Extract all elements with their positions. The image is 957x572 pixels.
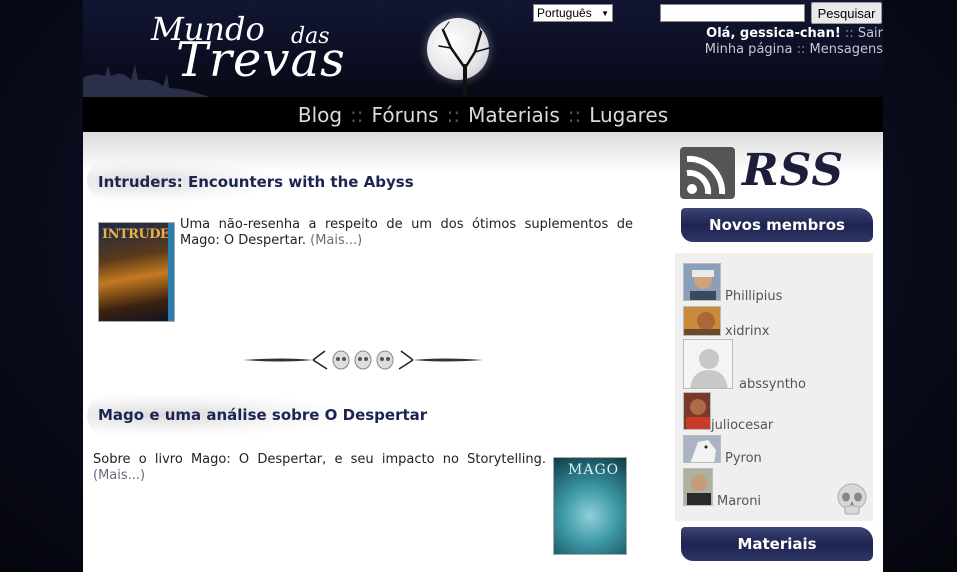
member-item[interactable]: Maroni bbox=[683, 468, 762, 509]
post-thumbnail[interactable]: INTRUDERS bbox=[98, 222, 175, 322]
avatar bbox=[683, 263, 721, 301]
read-more-link[interactable]: (Mais...) bbox=[93, 468, 145, 483]
member-name: Pyron bbox=[725, 451, 762, 466]
member-name: juliocesar bbox=[711, 418, 774, 433]
post-excerpt: Uma não-resenha a respeito de um dos óti… bbox=[180, 217, 633, 249]
user-links-separator: :: bbox=[796, 42, 806, 57]
materials-heading: Materiais bbox=[681, 527, 873, 561]
avatar bbox=[683, 435, 721, 463]
site-container: Mundo das Trevas Português ▼ Pesquisar O… bbox=[83, 0, 883, 572]
user-links: Olá, gessica-chan! :: Sair Minha página … bbox=[705, 26, 883, 58]
member-item[interactable]: Phillipius bbox=[683, 263, 783, 304]
nav-item-forums[interactable]: Fóruns bbox=[372, 103, 439, 127]
member-name: Maroni bbox=[717, 494, 762, 509]
nav-item-places[interactable]: Lugares bbox=[589, 103, 668, 127]
logout-link[interactable]: Sair bbox=[858, 26, 883, 41]
member-name: xidrinx bbox=[725, 324, 770, 339]
nav-separator: :: bbox=[350, 102, 364, 127]
messages-link[interactable]: Mensagens bbox=[810, 42, 883, 57]
post-excerpt-text: Uma não-resenha a respeito de um dos óti… bbox=[180, 217, 633, 248]
skull-icon bbox=[837, 483, 867, 515]
avatar bbox=[683, 339, 733, 389]
member-name: abssyntho bbox=[739, 377, 806, 392]
search-button[interactable]: Pesquisar bbox=[811, 2, 882, 24]
search-input[interactable] bbox=[660, 4, 805, 22]
rss-feed-link[interactable]: RSS bbox=[680, 145, 870, 201]
my-page-link[interactable]: Minha página bbox=[705, 42, 793, 57]
post-title[interactable]: Mago e uma análise sobre O Despertar bbox=[98, 406, 427, 424]
nav-separator: :: bbox=[567, 102, 582, 127]
user-links-separator: :: bbox=[844, 26, 854, 41]
tree-silhouette bbox=[438, 21, 490, 97]
chevron-down-icon: ▼ bbox=[601, 8, 609, 18]
nav-item-blog[interactable]: Blog bbox=[298, 103, 342, 127]
post-thumbnail[interactable]: MAGO bbox=[553, 457, 627, 555]
member-item[interactable]: Pyron bbox=[683, 435, 762, 466]
user-greeting: Olá, gessica-chan! bbox=[706, 26, 841, 41]
site-logo[interactable]: Mundo das Trevas bbox=[151, 8, 361, 90]
nav-separator: :: bbox=[446, 102, 461, 127]
nav-item-materials[interactable]: Materiais bbox=[468, 103, 560, 127]
rss-icon bbox=[680, 147, 735, 199]
avatar bbox=[683, 306, 721, 336]
skull-divider bbox=[243, 350, 483, 370]
member-item[interactable]: xidrinx bbox=[683, 306, 770, 339]
member-name: Phillipius bbox=[725, 289, 783, 304]
avatar bbox=[683, 392, 711, 430]
post-title[interactable]: Intruders: Encounters with the Abyss bbox=[98, 173, 414, 191]
rss-label: RSS bbox=[742, 145, 845, 196]
language-select[interactable]: Português ▼ bbox=[533, 4, 613, 22]
new-members-heading: Novos membros bbox=[681, 208, 873, 242]
read-more-link[interactable]: (Mais...) bbox=[310, 233, 362, 248]
header: Mundo das Trevas Português ▼ Pesquisar O… bbox=[83, 0, 883, 97]
member-item[interactable]: juliocesar bbox=[683, 392, 774, 433]
thumbnail-edge-decoration bbox=[168, 223, 174, 321]
main-nav: Blog :: Fóruns :: Materiais :: Lugares bbox=[83, 97, 883, 132]
post-excerpt: Sobre o livro Mago: O Despertar, e seu i… bbox=[93, 452, 546, 484]
post-excerpt-text: Sobre o livro Mago: O Despertar, e seu i… bbox=[93, 452, 546, 467]
member-item[interactable]: abssyntho bbox=[683, 339, 806, 392]
language-select-value: Português bbox=[537, 6, 592, 20]
logo-text-trevas: Trevas bbox=[176, 32, 346, 88]
avatar bbox=[683, 468, 713, 506]
content-area: Intruders: Encounters with the Abyss INT… bbox=[83, 132, 883, 572]
thumbnail-title: MAGO bbox=[568, 462, 620, 478]
thumbnail-title: INTRUDERS bbox=[102, 227, 174, 242]
